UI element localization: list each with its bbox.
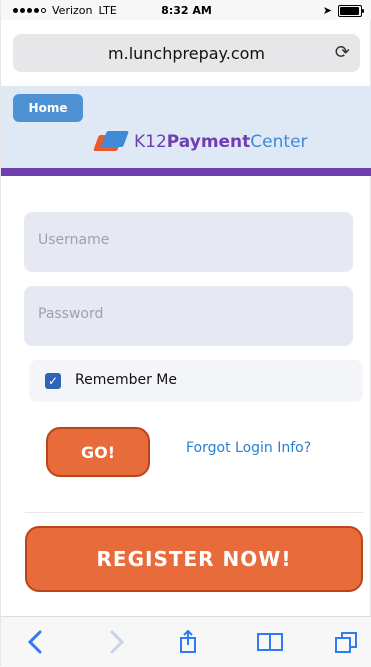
go-button[interactable]: GO! xyxy=(46,427,150,477)
status-bar: Verizon LTE 8:32 AM ➤ xyxy=(1,0,371,20)
back-icon[interactable] xyxy=(21,627,51,657)
logo-k12: K12 xyxy=(134,132,167,152)
bookmarks-icon[interactable] xyxy=(255,627,285,657)
remember-me-row[interactable]: ✓ Remember Me xyxy=(29,360,363,402)
username-placeholder: Username xyxy=(38,232,110,248)
address-bar[interactable]: m.lunchprepay.com ⟳ xyxy=(13,34,360,72)
site-logo[interactable]: K12PaymentCenter xyxy=(93,131,308,153)
status-right: ➤ xyxy=(322,4,364,17)
password-placeholder: Password xyxy=(38,306,104,322)
forward-icon[interactable] xyxy=(101,627,131,657)
mobile-safari-frame: Verizon LTE 8:32 AM ➤ m.lunchprepay.com … xyxy=(0,0,371,667)
remember-me-checkbox[interactable]: ✓ xyxy=(45,373,61,389)
status-time: 8:32 AM xyxy=(161,4,212,17)
tabs-icon[interactable] xyxy=(331,627,361,657)
logo-text: K12PaymentCenter xyxy=(134,132,308,152)
password-field[interactable]: Password xyxy=(24,286,353,346)
home-button[interactable]: Home xyxy=(13,94,83,122)
forgot-login-link[interactable]: Forgot Login Info? xyxy=(186,440,311,456)
browser-toolbar xyxy=(1,616,371,667)
reload-icon[interactable]: ⟳ xyxy=(335,42,350,63)
share-icon[interactable] xyxy=(173,627,203,657)
remember-me-label: Remember Me xyxy=(75,372,177,388)
username-field[interactable]: Username xyxy=(24,212,353,272)
location-icon: ➤ xyxy=(322,4,332,17)
battery-icon xyxy=(338,4,364,17)
url-text: m.lunchprepay.com xyxy=(108,44,265,63)
card-blue-icon xyxy=(101,131,129,147)
payment-cards-icon xyxy=(93,131,129,153)
register-now-button[interactable]: REGISTER NOW! xyxy=(25,526,363,592)
logo-payment: Payment xyxy=(166,132,251,152)
divider xyxy=(25,512,363,513)
logo-center: Center xyxy=(250,132,308,152)
site-header: Home K12PaymentCenter xyxy=(1,86,371,176)
